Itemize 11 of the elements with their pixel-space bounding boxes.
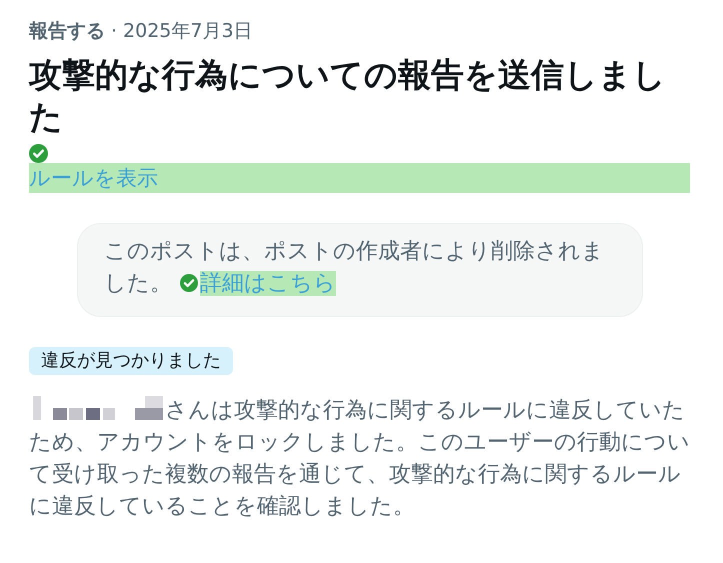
- rules-link[interactable]: ルールを表示: [29, 163, 690, 193]
- violation-badge: 違反が見つかりました: [29, 347, 233, 375]
- check-icon: [180, 274, 198, 292]
- separator-dot: ·: [111, 19, 118, 44]
- report-date: 2025年7月3日: [123, 19, 253, 44]
- report-title: 攻撃的な行為についての報告を送信しました: [29, 54, 667, 138]
- violation-message: さんは攻撃的な行為に関するルールに違反していたため、アカウントをロックしました。このユーザーの行動について受け取った複数の報告を通じて、攻撃的な行為に関するルールに違反していることを確認しました。: [29, 395, 691, 521]
- check-icon: [29, 144, 48, 163]
- details-link[interactable]: 詳細はこちら: [200, 271, 336, 296]
- notice-text: このポストは、ポストの作成者により削除されました。 詳細はこちら: [104, 238, 605, 298]
- report-label: 報告する: [29, 19, 105, 44]
